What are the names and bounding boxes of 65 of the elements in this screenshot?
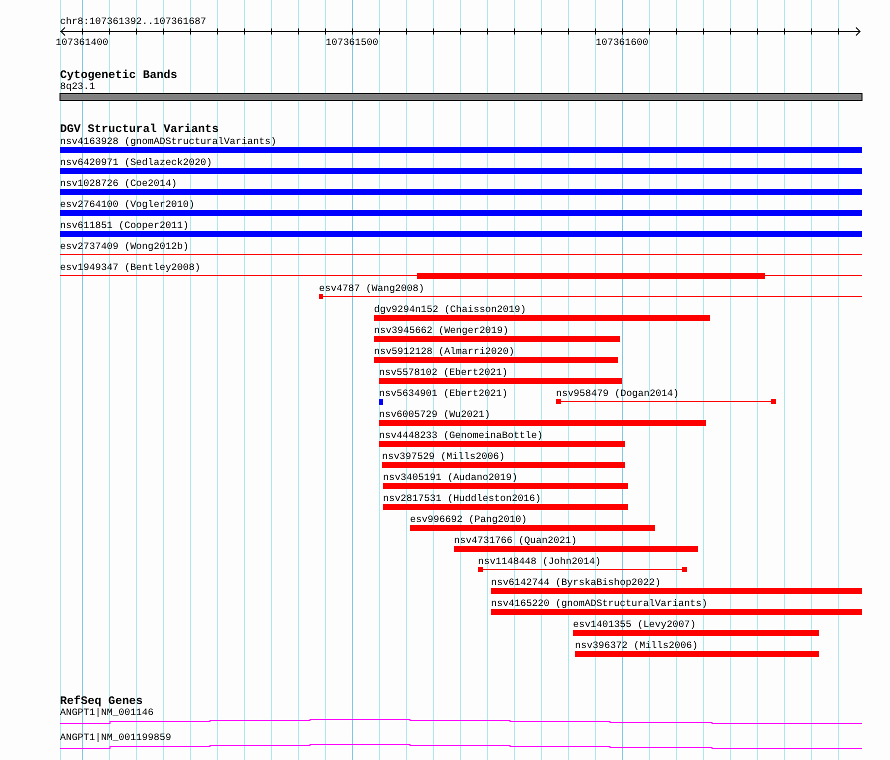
gene-label: ANGPT1|NM_001199859 <box>60 732 172 743</box>
variant-label: nsv5912128 (Almarri2020) <box>374 346 514 357</box>
variant-bar[interactable] <box>60 210 862 216</box>
variant-label: esv2764100 (Vogler2010) <box>60 199 195 210</box>
variant-label: nsv396372 (Mills2006) <box>575 640 698 651</box>
variant-label: dgv9294n152 (Chaisson2019) <box>374 304 526 315</box>
variant-bar[interactable] <box>379 420 706 426</box>
variant-bar[interactable] <box>379 399 383 405</box>
gene-line[interactable] <box>60 719 862 724</box>
variant-span[interactable] <box>556 399 776 404</box>
variant-bar[interactable] <box>382 462 625 468</box>
chromosome-band[interactable] <box>60 93 862 101</box>
variant-bar[interactable] <box>573 630 819 636</box>
track-title: DGV Structural Variants <box>60 123 219 136</box>
variant-label: nsv6142744 (ByrskaBishop2022) <box>491 577 661 588</box>
variant-label: nsv4448233 (GenomeinaBottle) <box>379 430 543 441</box>
variant-line[interactable] <box>60 254 862 255</box>
variant-label: nsv2817531 (Huddleston2016) <box>383 493 541 504</box>
variant-label: esv2737409 (Wong2012b) <box>60 241 189 252</box>
band-label: 8q23.1 <box>60 81 96 92</box>
variant-label: nsv958479 (Dogan2014) <box>556 388 679 399</box>
variant-bar[interactable] <box>60 168 862 174</box>
variant-bar[interactable] <box>60 231 862 237</box>
variant-bar[interactable] <box>379 378 622 384</box>
variant-span[interactable] <box>319 294 862 299</box>
variant-bar[interactable] <box>60 189 862 195</box>
variant-bar[interactable] <box>60 147 862 153</box>
gene-line[interactable] <box>60 744 862 749</box>
variant-label: nsv4731766 (Quan2021) <box>454 535 577 546</box>
variant-bar[interactable] <box>454 546 698 552</box>
variant-span[interactable] <box>60 273 862 279</box>
variant-label: esv1401355 (Levy2007) <box>573 619 696 630</box>
variant-bar[interactable] <box>491 609 862 615</box>
location-label: chr8:107361392..107361687 <box>60 16 206 27</box>
variant-bar[interactable] <box>575 651 819 657</box>
variant-span[interactable] <box>478 567 687 572</box>
variant-label: nsv5578102 (Ebert2021) <box>379 367 508 378</box>
variant-label: nsv397529 (Mills2006) <box>382 451 505 462</box>
variant-label: esv4787 (Wang2008) <box>319 283 424 294</box>
variant-label: nsv1148448 (John2014) <box>478 556 601 567</box>
variant-bar[interactable] <box>374 336 620 342</box>
variant-label: nsv6005729 (Wu2021) <box>379 409 490 420</box>
variant-label: nsv4165220 (gnomADStructuralVariants) <box>491 598 708 609</box>
variant-label: nsv5634901 (Ebert2021) <box>379 388 508 399</box>
variant-label: nsv6420971 (Sedlazeck2020) <box>60 157 212 168</box>
tick-label: 107361500 <box>326 37 378 48</box>
variant-bar[interactable] <box>379 441 625 447</box>
track-title: RefSeq Genes <box>60 695 143 708</box>
variant-label: nsv3405191 (Audano2019) <box>383 472 518 483</box>
variant-label: nsv611851 (Cooper2011) <box>60 220 189 231</box>
variant-bar[interactable] <box>374 357 618 363</box>
gene-label: ANGPT1|NM_001146 <box>60 707 154 718</box>
variant-label: esv1949347 (Bentley2008) <box>60 262 200 273</box>
variant-label: esv996692 (Pang2010) <box>410 514 528 525</box>
variant-label: nsv4163928 (gnomADStructuralVariants) <box>60 136 276 147</box>
variant-bar[interactable] <box>374 315 710 321</box>
variant-label: nsv3945662 (Wenger2019) <box>374 325 509 336</box>
variant-bar[interactable] <box>383 504 628 510</box>
tick-label: 107361600 <box>596 37 648 48</box>
variant-bar[interactable] <box>410 525 655 531</box>
variant-bar[interactable] <box>383 483 628 489</box>
track-title: Cytogenetic Bands <box>60 69 178 82</box>
variant-bar[interactable] <box>491 588 862 594</box>
tick-label: 107361400 <box>56 37 108 48</box>
variant-label: nsv1028726 (Coe2014) <box>60 178 178 189</box>
